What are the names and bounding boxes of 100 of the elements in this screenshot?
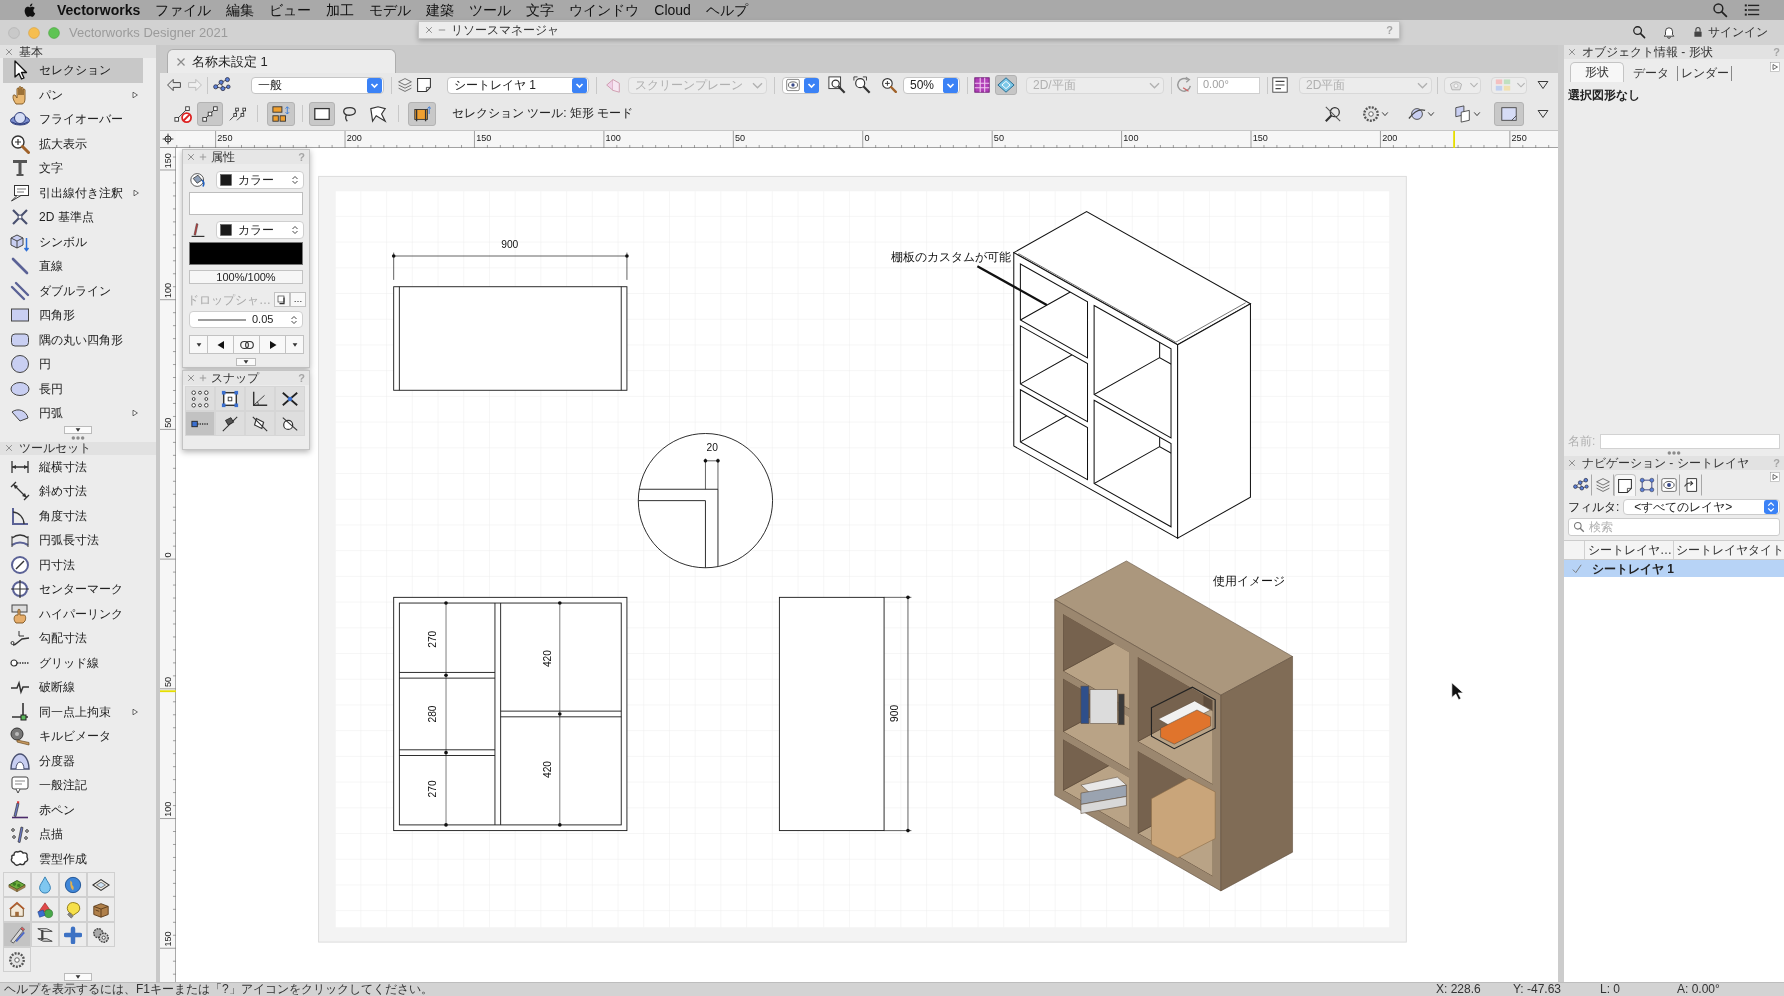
view-tab[interactable] bbox=[1570, 474, 1592, 496]
ruler-origin[interactable] bbox=[160, 131, 176, 148]
toolset-button[interactable] bbox=[59, 872, 87, 897]
table-row[interactable]: シートレイヤ 1 bbox=[1564, 560, 1784, 577]
tool-item[interactable]: キルビメータ bbox=[3, 724, 143, 749]
app-menu[interactable]: Vectorworks bbox=[57, 1, 141, 19]
list-icon[interactable] bbox=[1744, 2, 1760, 18]
menu-item[interactable]: ファイル bbox=[155, 1, 212, 19]
snap-button[interactable] bbox=[185, 411, 215, 436]
back-arrow-icon[interactable] bbox=[166, 77, 182, 93]
pen-icon[interactable] bbox=[190, 222, 206, 238]
snap-button[interactable] bbox=[275, 386, 305, 411]
visibility-dropdown[interactable] bbox=[782, 76, 819, 94]
bell-icon[interactable] bbox=[1662, 25, 1676, 40]
resize-grip-icon[interactable] bbox=[1667, 450, 1681, 455]
page-icon[interactable] bbox=[416, 77, 432, 93]
menu-item[interactable]: 加工 bbox=[326, 1, 355, 19]
tool-item[interactable]: パン bbox=[3, 82, 143, 107]
resize-grip-icon[interactable] bbox=[71, 436, 85, 440]
toolset-button[interactable] bbox=[3, 872, 31, 897]
layer-dropdown[interactable]: シートレイヤ 1 bbox=[447, 76, 589, 94]
snap-button[interactable] bbox=[215, 386, 245, 411]
tool-item[interactable]: 円 bbox=[3, 352, 143, 377]
expand-arrow-icon[interactable] bbox=[1770, 472, 1780, 482]
mode-button[interactable] bbox=[197, 101, 223, 126]
tool-item[interactable]: 直線 bbox=[3, 254, 143, 279]
toolset-button[interactable] bbox=[59, 922, 87, 947]
menu-triangle-icon[interactable] bbox=[1536, 78, 1550, 92]
close-icon[interactable] bbox=[1568, 459, 1576, 467]
pen-style-dropdown[interactable]: カラー bbox=[216, 221, 304, 239]
zoom-fit-icon[interactable] bbox=[853, 76, 871, 94]
toolset-button[interactable] bbox=[31, 922, 59, 947]
snap-button[interactable] bbox=[245, 386, 275, 411]
mode-button[interactable] bbox=[408, 101, 436, 126]
view-tab[interactable] bbox=[1658, 474, 1680, 496]
fill-style-dropdown[interactable]: カラー bbox=[216, 171, 304, 189]
menu-item[interactable]: 建築 bbox=[426, 1, 455, 19]
arrowhead-button[interactable] bbox=[259, 335, 286, 354]
tool-item[interactable]: 一般注記 bbox=[3, 773, 143, 798]
search-icon[interactable] bbox=[1632, 25, 1646, 40]
tool-item[interactable]: 縦横寸法 bbox=[3, 454, 143, 479]
opacity-field[interactable]: 100%/100% bbox=[189, 270, 303, 284]
tool-item[interactable]: 円弧 bbox=[3, 401, 143, 426]
tab[interactable]: データ bbox=[1624, 66, 1678, 81]
tool-item[interactable]: 雲型作成 bbox=[3, 846, 143, 871]
node-graph-icon[interactable] bbox=[213, 76, 231, 94]
class-dropdown[interactable]: 一般 bbox=[251, 76, 384, 94]
more-button[interactable]: … bbox=[290, 292, 306, 307]
tool-item[interactable]: 勾配寸法 bbox=[3, 626, 143, 651]
search-input[interactable]: 検索 bbox=[1589, 519, 1759, 535]
layer-filter-dropdown[interactable]: <すべてのレイヤ> bbox=[1623, 499, 1780, 515]
scroll-down-button[interactable] bbox=[64, 426, 92, 434]
tool-item[interactable]: 同一点上拘束 bbox=[3, 699, 143, 724]
arrowhead-button[interactable] bbox=[207, 335, 234, 354]
mode-button[interactable] bbox=[309, 101, 335, 126]
tool-item[interactable]: 四角形 bbox=[3, 303, 143, 328]
close-icon[interactable] bbox=[1568, 48, 1576, 56]
view-toggle-button[interactable] bbox=[995, 75, 1017, 95]
sign-in-link[interactable]: サインイン bbox=[1708, 25, 1768, 40]
toolset-button[interactable] bbox=[3, 947, 31, 972]
zoom-dropdown[interactable]: 50% bbox=[903, 76, 960, 94]
close-icon[interactable] bbox=[176, 56, 186, 67]
column-header[interactable]: シートレイヤタイト bbox=[1673, 541, 1784, 559]
tool-item[interactable]: 円弧長寸法 bbox=[3, 528, 143, 553]
toolset-button[interactable] bbox=[3, 897, 31, 922]
toolset-button[interactable] bbox=[87, 897, 115, 922]
tool-item[interactable]: 破断線 bbox=[3, 675, 143, 700]
view-toggle-button[interactable] bbox=[971, 75, 993, 95]
view-tab[interactable] bbox=[1614, 474, 1636, 496]
snap-button[interactable] bbox=[245, 411, 275, 436]
menu-item[interactable]: ビュー bbox=[269, 1, 312, 19]
magnifier-icon[interactable] bbox=[881, 77, 897, 93]
snap-button[interactable] bbox=[215, 411, 245, 436]
apple-logo-icon[interactable] bbox=[22, 2, 38, 18]
tool-item[interactable]: 引出線付き注釈 bbox=[3, 180, 143, 205]
tool-item[interactable]: 斜め寸法 bbox=[3, 479, 143, 504]
menu-item[interactable]: ツール bbox=[469, 1, 512, 19]
toolset-button[interactable] bbox=[87, 922, 115, 947]
tool-item[interactable]: センターマーク bbox=[3, 577, 143, 602]
name-field[interactable] bbox=[1600, 433, 1780, 449]
tool-item[interactable]: 2D 基準点 bbox=[3, 205, 143, 230]
zoom-window-icon[interactable] bbox=[828, 76, 846, 94]
tab[interactable]: 形状 bbox=[1570, 62, 1624, 82]
tool-item[interactable]: ハイパーリンク bbox=[3, 601, 143, 626]
menu-item[interactable]: Cloud bbox=[654, 1, 691, 19]
paint-bucket-icon[interactable] bbox=[190, 172, 206, 188]
tool-item[interactable]: 円寸法 bbox=[3, 552, 143, 577]
search-field[interactable]: 検索 bbox=[1568, 518, 1780, 536]
tool-item[interactable]: セレクション bbox=[3, 58, 143, 83]
tool-item[interactable]: 長円 bbox=[3, 376, 143, 401]
expand-button[interactable] bbox=[236, 358, 256, 366]
tool-item[interactable]: 拡大表示 bbox=[3, 131, 143, 156]
link-button[interactable] bbox=[233, 335, 260, 354]
menu-item[interactable]: ウインドウ bbox=[569, 1, 640, 19]
tab[interactable]: レンダー bbox=[1678, 66, 1732, 81]
tool-item[interactable]: 分度器 bbox=[3, 748, 143, 773]
menu-item[interactable]: 文字 bbox=[526, 1, 555, 19]
menu-item[interactable]: モデル bbox=[369, 1, 412, 19]
tool-item[interactable]: 隅の丸い四角形 bbox=[3, 327, 143, 352]
toolset-button[interactable] bbox=[31, 897, 59, 922]
